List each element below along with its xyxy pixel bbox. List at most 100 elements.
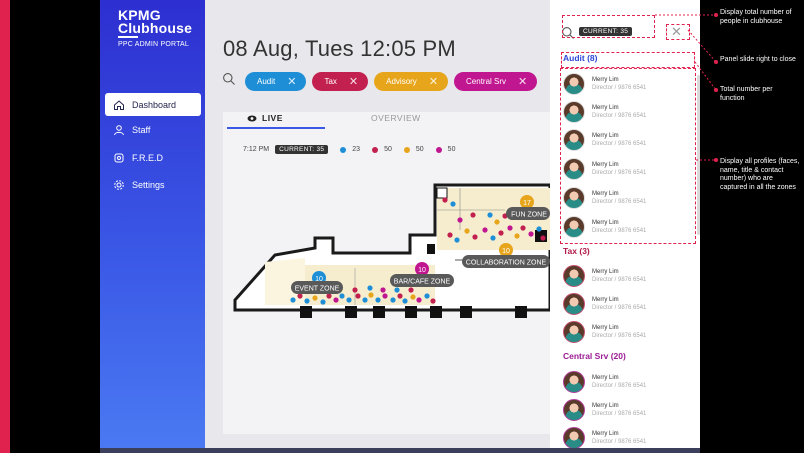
profile-title: Director / 9876 6541	[592, 439, 647, 445]
person-marker	[447, 232, 453, 238]
person-marker	[339, 293, 345, 299]
group-header-csrv: Central Srv (20)	[563, 351, 626, 361]
person-marker	[487, 212, 493, 218]
profile-name: Merry Lim	[592, 403, 619, 409]
person-marker	[442, 197, 448, 203]
person-marker	[368, 292, 374, 298]
person-marker	[326, 293, 332, 299]
avatar	[563, 293, 585, 315]
profile-item[interactable]: Merry Lim Director / 9876 6541	[563, 292, 683, 316]
person-marker	[457, 217, 463, 223]
annotation-connectors	[655, 13, 718, 162]
sidebar-item-fred[interactable]: F.R.E.D	[105, 146, 201, 169]
annotation-total: Display total number of people in clubho…	[720, 9, 792, 25]
person-marker	[355, 293, 361, 299]
person-marker	[380, 287, 386, 293]
profile-name: Merry Lim	[592, 269, 619, 275]
profile-title: Director / 9876 6541	[592, 277, 647, 283]
person-marker	[540, 235, 546, 241]
person-marker	[312, 295, 318, 301]
person-marker	[297, 293, 303, 299]
profile-title: Director / 9876 6541	[592, 333, 647, 339]
person-marker	[290, 297, 296, 303]
annotation-profiles: Display all profiles (faces, name, title…	[720, 158, 800, 191]
bar-zone-label: BAR/CAFE ZONE	[394, 279, 451, 286]
person-marker	[520, 225, 526, 231]
profile-item[interactable]: Merry Lim Director / 9876 6541	[563, 426, 683, 448]
person-marker	[430, 298, 436, 304]
sidebar-item-dashboard[interactable]: Dashboard	[105, 93, 201, 116]
collab-zone-label: COLLABORATION ZONE	[466, 260, 547, 267]
avatar	[563, 371, 585, 393]
profile-item[interactable]: Merry Lim Director / 9876 6541	[563, 398, 683, 422]
avatar	[563, 321, 585, 343]
person-marker	[454, 237, 460, 243]
person-marker	[402, 298, 408, 304]
profile-item[interactable]: Merry Lim Director / 9876 6541	[563, 370, 683, 394]
person-marker	[416, 297, 422, 303]
screen: KPMG Clubhouse PPC ADMIN PORTAL Dashboar…	[0, 0, 804, 453]
person-marker	[394, 287, 400, 293]
portal-name: PPC ADMIN PORTAL	[118, 41, 190, 48]
fun-zone-label: FUN ZONE	[511, 212, 547, 219]
profile-item[interactable]: Merry Lim Director / 9876 6541	[563, 320, 683, 344]
bottom-strip	[100, 448, 700, 453]
person-marker	[333, 297, 339, 303]
person-marker	[450, 201, 456, 207]
person-marker	[472, 234, 478, 240]
profile-name: Merry Lim	[592, 431, 619, 437]
profile-name: Merry Lim	[592, 297, 619, 303]
avatar	[563, 399, 585, 421]
profile-name: Merry Lim	[592, 375, 619, 381]
person-marker	[410, 294, 416, 300]
person-marker	[464, 228, 470, 234]
person-marker	[304, 298, 310, 304]
sidebar: KPMG Clubhouse PPC ADMIN PORTAL Dashboar…	[100, 0, 205, 448]
accent-strip	[0, 0, 10, 453]
person-marker	[498, 230, 504, 236]
main-area: 08 Aug, Tues 12:05 PM Audit ✕ Tax ✕ Adviso…	[205, 0, 550, 448]
person-marker	[382, 293, 388, 299]
group-header-tax: Tax (3)	[563, 246, 590, 256]
profile-name: Merry Lim	[592, 325, 619, 331]
person-marker	[346, 297, 352, 303]
event-zone-label: EVENT ZONE	[295, 286, 340, 293]
brand-underline	[118, 36, 138, 38]
brand-logo: KPMG Clubhouse	[118, 7, 193, 36]
home-icon	[114, 99, 124, 110]
person-marker	[375, 297, 381, 303]
sidebar-item-staff[interactable]: Staff	[105, 118, 201, 141]
person-marker	[514, 233, 520, 239]
person-marker	[482, 227, 488, 233]
profile-title: Director / 9876 6541	[592, 383, 647, 389]
person-marker	[494, 219, 500, 225]
person-marker	[536, 226, 542, 232]
person-marker	[362, 297, 368, 303]
person-marker	[367, 285, 373, 291]
person-marker	[352, 287, 358, 293]
profile-title: Director / 9876 6541	[592, 411, 647, 417]
person-marker	[320, 299, 326, 305]
person-marker	[408, 287, 414, 293]
person-marker	[528, 231, 534, 237]
collab-zone-count: 10	[502, 248, 510, 255]
gear-icon	[114, 179, 124, 190]
sidebar-item-label: Staff	[132, 124, 151, 135]
person-marker	[397, 293, 403, 299]
avatar	[563, 427, 585, 448]
fred-icon	[114, 153, 124, 162]
bar-zone-count: 10	[418, 267, 426, 274]
annotation-close: Panel slide right to close	[720, 56, 796, 63]
person-marker	[490, 235, 496, 241]
profile-item[interactable]: Merry Lim Director / 9876 6541	[563, 264, 683, 288]
sidebar-item-label: F.R.E.D	[132, 152, 164, 163]
sidebar-item-settings[interactable]: Settings	[105, 173, 201, 196]
person-marker	[424, 293, 430, 299]
floor-plan: 10 EVENT ZONE 10 BAR/CAFE ZONE 17 FUN ZO…	[233, 183, 550, 318]
staff-icon	[114, 124, 124, 135]
fun-zone-count: 17	[523, 200, 531, 207]
person-marker	[470, 212, 476, 218]
profile-title: Director / 9876 6541	[592, 305, 647, 311]
sidebar-item-label: Dashboard	[132, 99, 177, 110]
person-marker	[507, 225, 513, 231]
